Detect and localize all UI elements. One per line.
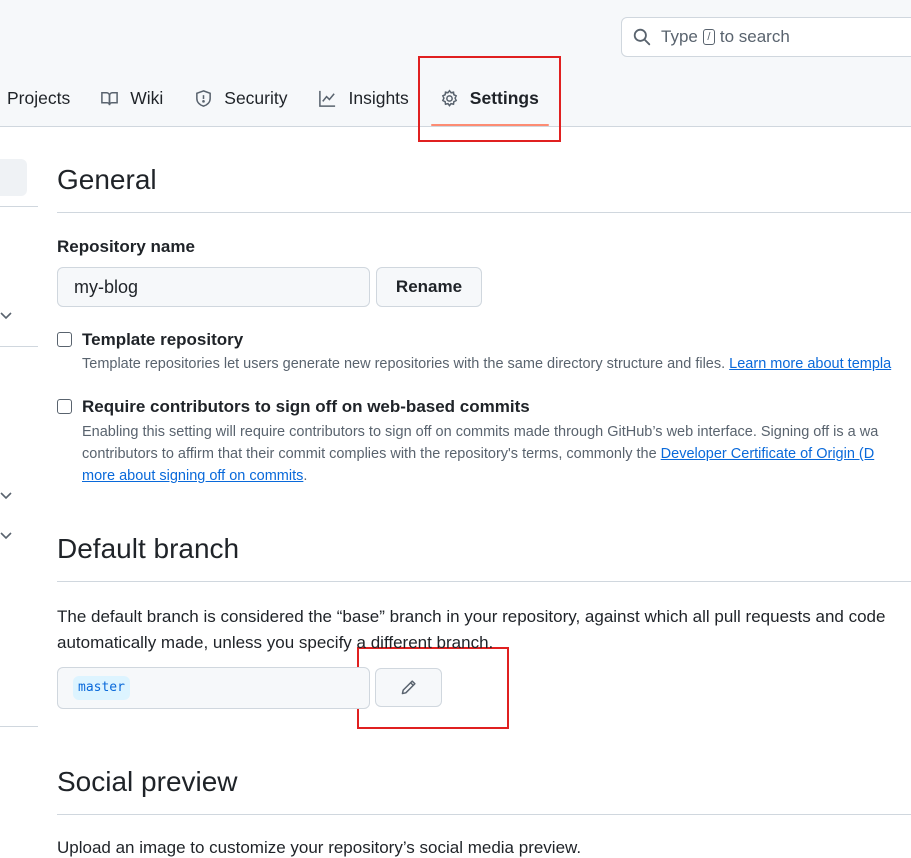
default-branch-field: master — [57, 667, 370, 709]
sidebar-item-general-selected[interactable] — [0, 159, 27, 196]
graph-icon — [319, 90, 336, 107]
tab-label: Security — [224, 87, 288, 108]
dco-link[interactable]: Developer Certificate of Origin (D — [661, 446, 875, 462]
pencil-icon — [401, 680, 416, 695]
section-divider — [57, 581, 911, 582]
social-preview-description: Upload an image to customize your reposi… — [57, 838, 582, 857]
default-branch-desc-line2: automatically made, unless you specify a… — [57, 633, 494, 652]
learn-more-templates-link[interactable]: Learn more about templa — [729, 356, 891, 372]
chevron-down-icon[interactable] — [0, 309, 14, 323]
section-heading-default-branch: Default branch — [57, 533, 240, 564]
edit-default-branch-button[interactable] — [375, 668, 442, 707]
signoff-title: Require contributors to sign off on web-… — [82, 397, 530, 416]
signoff-desc-line2-text: contributors to affirm that their commit… — [82, 446, 657, 462]
search-icon — [633, 28, 651, 46]
sidebar-divider — [0, 346, 38, 347]
search-shortcut-key: / — [702, 29, 715, 45]
tab-insights[interactable]: Insights — [318, 78, 409, 118]
chevron-down-icon[interactable] — [0, 489, 14, 503]
signoff-checkbox[interactable] — [57, 399, 72, 414]
section-heading-general: General — [57, 164, 157, 195]
sidebar-divider — [0, 726, 38, 727]
learn-more-signoff-link[interactable]: more about signing off on commits — [82, 468, 303, 484]
signoff-desc-line2: contributors to affirm that their commit… — [82, 443, 878, 465]
template-repository-checkbox[interactable] — [57, 332, 72, 347]
tab-wiki[interactable]: Wiki — [100, 78, 163, 118]
search-suffix: to search — [719, 27, 790, 46]
signoff-description: Enabling this setting will require contr… — [82, 421, 878, 487]
template-repository-title: Template repository — [82, 330, 244, 349]
book-icon — [101, 91, 119, 105]
template-desc-text: Template repositories let users generate… — [82, 356, 726, 372]
rename-button[interactable]: Rename — [376, 267, 482, 307]
sidebar-divider — [0, 206, 38, 207]
shield-icon — [196, 89, 212, 107]
default-branch-desc-line1: The default branch is considered the “ba… — [57, 607, 886, 626]
repo-name-input[interactable]: my-blog — [57, 267, 370, 307]
tab-label: Projects — [7, 87, 71, 108]
signoff-desc-line1: Enabling this setting will require contr… — [82, 424, 879, 440]
signoff-desc-period: . — [303, 468, 308, 484]
tab-label: Wiki — [130, 87, 164, 108]
branch-name-tag: master — [73, 676, 130, 700]
settings-tab-highlight-box — [418, 56, 561, 142]
tab-security[interactable]: Security — [194, 78, 287, 118]
default-branch-description: The default branch is considered the “ba… — [57, 604, 885, 656]
chevron-down-icon[interactable] — [0, 529, 14, 543]
section-heading-social-preview: Social preview — [57, 766, 238, 797]
repo-name-label: Repository name — [57, 237, 195, 256]
tab-projects[interactable]: Projects — [7, 78, 70, 118]
section-divider — [57, 814, 911, 815]
signoff-desc-line3: more about signing off on commits. — [82, 465, 878, 487]
template-repository-description: Template repositories let users generate… — [82, 353, 891, 375]
tab-label: Insights — [348, 87, 409, 108]
search-input[interactable]: Type / to search — [621, 17, 911, 57]
search-prefix: Type — [661, 27, 698, 46]
section-divider — [57, 212, 911, 213]
